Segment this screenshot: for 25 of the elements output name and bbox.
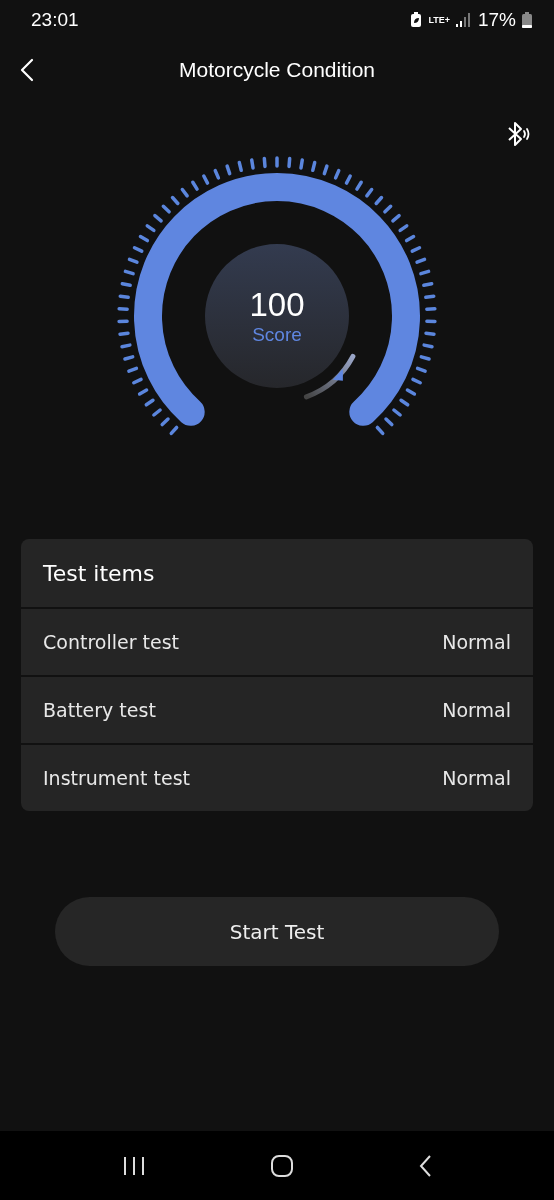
battery-percent: 17% (477, 9, 516, 31)
screen-title: Motorcycle Condition (178, 58, 376, 82)
back-icon[interactable] (418, 1153, 432, 1178)
score-value: 100 (249, 286, 305, 324)
network-type: LTE+ (428, 15, 450, 25)
test-row[interactable]: Controller test Normal (21, 609, 533, 677)
test-name: Instrument test (43, 767, 191, 789)
test-result: Normal (442, 631, 511, 653)
test-result: Normal (442, 699, 511, 721)
battery-icon (522, 12, 532, 28)
test-name: Battery test (43, 699, 156, 721)
battery-saver-icon (410, 12, 423, 28)
test-result: Normal (442, 767, 511, 789)
needle-arc (303, 353, 356, 400)
status-time: 23:01 (31, 9, 79, 31)
signal-icon (455, 13, 472, 27)
score-label: Score (252, 324, 302, 346)
test-name: Controller test (43, 631, 179, 653)
test-row[interactable]: Battery test Normal (21, 677, 533, 745)
test-row[interactable]: Instrument test Normal (21, 745, 533, 811)
start-test-button[interactable]: Start Test (55, 897, 499, 966)
bluetooth-icon[interactable] (506, 120, 532, 148)
recent-apps-icon[interactable] (122, 1154, 146, 1177)
home-icon[interactable] (270, 1153, 294, 1178)
card-title: Test items (43, 560, 155, 586)
